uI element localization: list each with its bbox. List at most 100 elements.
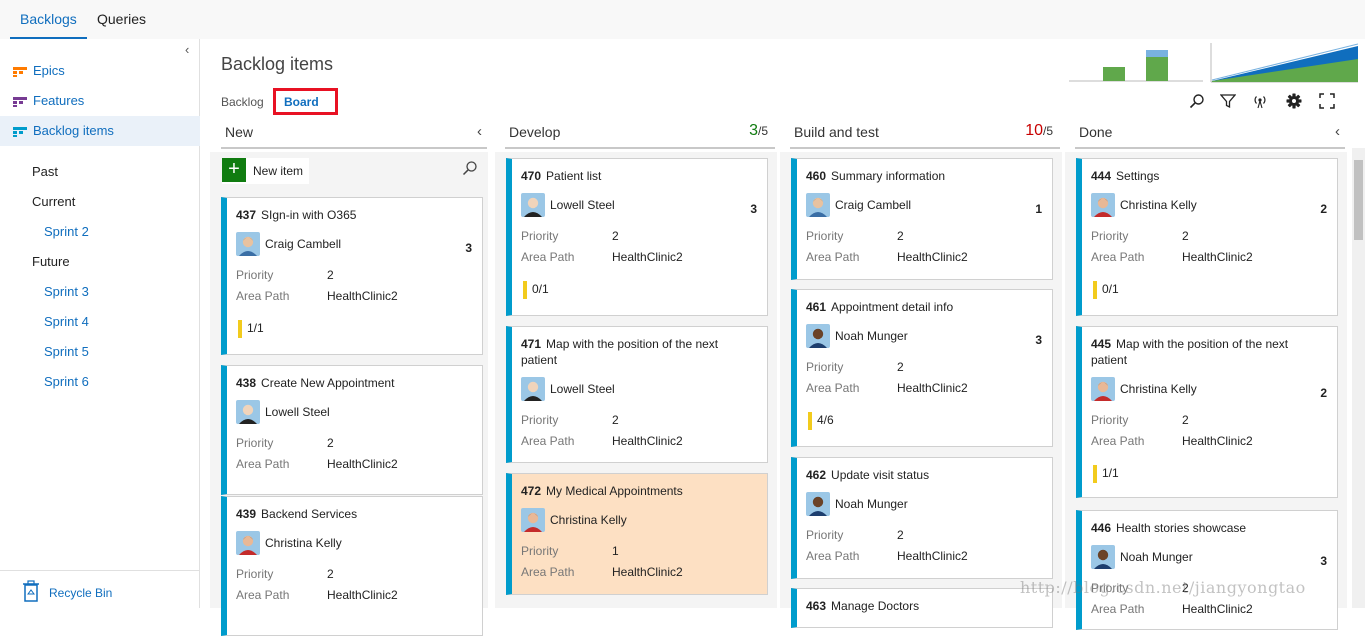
area-path-value[interactable]: HealthClinic2 [612, 565, 683, 579]
area-path-value[interactable]: HealthClinic2 [897, 381, 968, 395]
work-item-card[interactable]: 461 Appointment detail info Noah Munger 3 Pr… [791, 289, 1053, 447]
work-item-card[interactable]: 470 Patient list Lowell Steel 3 Priority 2 Are… [506, 158, 768, 316]
work-item-card[interactable]: 460 Summary information Craig Cambell 1 Prio… [791, 158, 1053, 280]
area-path-value[interactable]: HealthClinic2 [1182, 250, 1253, 264]
live-updates-icon[interactable] [1252, 93, 1268, 109]
effort-value[interactable]: 3 [1320, 554, 1327, 568]
recycle-bin[interactable]: Recycle Bin [0, 570, 200, 608]
task-progress[interactable]: 1/1 [1093, 465, 1119, 483]
assignee-name[interactable]: Christina Kelly [265, 536, 342, 550]
card-title[interactable]: 460 Summary information [806, 168, 1041, 184]
card-title[interactable]: 445 Map with the position of the next pat… [1091, 336, 1326, 368]
card-title[interactable]: 463 Manage Doctors [806, 598, 1041, 614]
sprint-5-link[interactable]: Sprint 5 [44, 344, 89, 359]
area-path-value[interactable]: HealthClinic2 [897, 250, 968, 264]
task-progress[interactable]: 0/1 [523, 281, 549, 299]
card-title[interactable]: 438 Create New Appointment [236, 375, 471, 391]
work-item-card[interactable]: 446 Health stories showcase Noah Munger 3 Pr… [1076, 510, 1338, 630]
effort-value[interactable]: 3 [465, 241, 472, 255]
work-item-card[interactable]: 439 Backend Services Christina Kelly Priori… [221, 496, 483, 636]
filter-icon[interactable] [1220, 93, 1236, 109]
assignee-name[interactable]: Christina Kelly [1120, 198, 1197, 212]
new-item-button[interactable]: + New item [222, 158, 309, 184]
task-progress[interactable]: 1/1 [238, 320, 264, 338]
work-item-card[interactable]: 444 Settings Christina Kelly 2 Priority 2 Area… [1076, 158, 1338, 316]
sprint-4-link[interactable]: Sprint 4 [44, 314, 89, 329]
area-path-value[interactable]: HealthClinic2 [327, 289, 398, 303]
search-icon[interactable] [1189, 93, 1205, 109]
iteration-future[interactable]: Future [32, 254, 70, 269]
assignee-name[interactable]: Lowell Steel [550, 198, 615, 212]
priority-value[interactable]: 2 [897, 360, 904, 374]
assignee-name[interactable]: Noah Munger [835, 329, 908, 343]
column-header-done[interactable]: Done ‹ [1075, 122, 1345, 149]
area-path-value[interactable]: HealthClinic2 [1182, 434, 1253, 448]
tab-queries[interactable]: Queries [97, 11, 146, 27]
sprint-6-link[interactable]: Sprint 6 [44, 374, 89, 389]
sprint-2-link[interactable]: Sprint 2 [44, 224, 89, 239]
assignee-name[interactable]: Craig Cambell [265, 237, 341, 251]
assignee-name[interactable]: Christina Kelly [550, 513, 627, 527]
assignee-name[interactable]: Christina Kelly [1120, 382, 1197, 396]
column-header-develop[interactable]: Develop 3/5 [505, 122, 775, 149]
priority-value[interactable]: 2 [612, 413, 619, 427]
column-search-icon[interactable] [462, 160, 478, 176]
work-item-card[interactable]: 438 Create New Appointment Lowell Steel Pri… [221, 365, 483, 495]
work-item-card[interactable]: 472 My Medical Appointments Christina Kell… [506, 473, 768, 595]
priority-value[interactable]: 2 [327, 268, 334, 282]
assignee-name[interactable]: Lowell Steel [265, 405, 330, 419]
collapse-sidebar-icon[interactable]: ‹ [185, 42, 189, 57]
sprint-3-link[interactable]: Sprint 3 [44, 284, 89, 299]
work-item-card[interactable]: 437 SIgn-in with O365 Craig Cambell 3 Priori… [221, 197, 483, 355]
assignee-name[interactable]: Noah Munger [835, 497, 908, 511]
priority-value[interactable]: 1 [612, 544, 619, 558]
priority-value[interactable]: 2 [327, 436, 334, 450]
area-path-value[interactable]: HealthClinic2 [327, 457, 398, 471]
area-path-value[interactable]: HealthClinic2 [327, 588, 398, 602]
area-path-value[interactable]: HealthClinic2 [612, 434, 683, 448]
settings-gear-icon[interactable] [1286, 93, 1302, 109]
card-title[interactable]: 462 Update visit status [806, 467, 1041, 483]
card-title[interactable]: 471 Map with the position of the next pat… [521, 336, 756, 368]
sidebar-item-backlog-items[interactable]: Backlog items [0, 116, 200, 146]
card-title[interactable]: 444 Settings [1091, 168, 1326, 184]
priority-value[interactable]: 2 [612, 229, 619, 243]
vertical-scrollbar[interactable] [1352, 148, 1365, 608]
scrollbar-thumb[interactable] [1354, 160, 1363, 240]
card-title[interactable]: 461 Appointment detail info [806, 299, 1041, 315]
effort-value[interactable]: 2 [1320, 202, 1327, 216]
card-title[interactable]: 439 Backend Services [236, 506, 471, 522]
priority-value[interactable]: 2 [1182, 413, 1189, 427]
cumulative-flow-chart[interactable] [1210, 43, 1358, 83]
card-title[interactable]: 437 SIgn-in with O365 [236, 207, 471, 223]
priority-value[interactable]: 2 [1182, 229, 1189, 243]
effort-value[interactable]: 3 [1035, 333, 1042, 347]
work-item-card[interactable]: 463 Manage Doctors [791, 588, 1053, 628]
velocity-chart[interactable] [1069, 44, 1203, 82]
card-title[interactable]: 470 Patient list [521, 168, 756, 184]
column-header-build-and-test[interactable]: Build and test 10/5 [790, 122, 1060, 149]
effort-value[interactable]: 3 [750, 202, 757, 216]
work-item-card[interactable]: 471 Map with the position of the next pat… [506, 326, 768, 463]
collapse-column-icon[interactable]: ‹ [1335, 123, 1340, 140]
pivot-backlog[interactable]: Backlog [221, 95, 264, 109]
task-progress[interactable]: 4/6 [808, 412, 834, 430]
work-item-card[interactable]: 462 Update visit status Noah Munger Priorit… [791, 457, 1053, 579]
priority-value[interactable]: 2 [897, 229, 904, 243]
area-path-value[interactable]: HealthClinic2 [897, 549, 968, 563]
assignee-name[interactable]: Noah Munger [1120, 550, 1193, 564]
assignee-name[interactable]: Craig Cambell [835, 198, 911, 212]
effort-value[interactable]: 2 [1320, 386, 1327, 400]
collapse-column-icon[interactable]: ‹ [477, 123, 482, 140]
iteration-past[interactable]: Past [32, 164, 58, 179]
tab-backlogs[interactable]: Backlogs [20, 11, 77, 27]
column-header-new[interactable]: New ‹ [221, 122, 487, 149]
sidebar-item-epics[interactable]: Epics [0, 56, 200, 86]
effort-value[interactable]: 1 [1035, 202, 1042, 216]
pivot-board[interactable]: Board [273, 88, 338, 115]
area-path-value[interactable]: HealthClinic2 [612, 250, 683, 264]
iteration-current[interactable]: Current [32, 194, 75, 209]
fullscreen-icon[interactable] [1319, 93, 1335, 109]
card-title[interactable]: 472 My Medical Appointments [521, 483, 756, 499]
task-progress[interactable]: 0/1 [1093, 281, 1119, 299]
